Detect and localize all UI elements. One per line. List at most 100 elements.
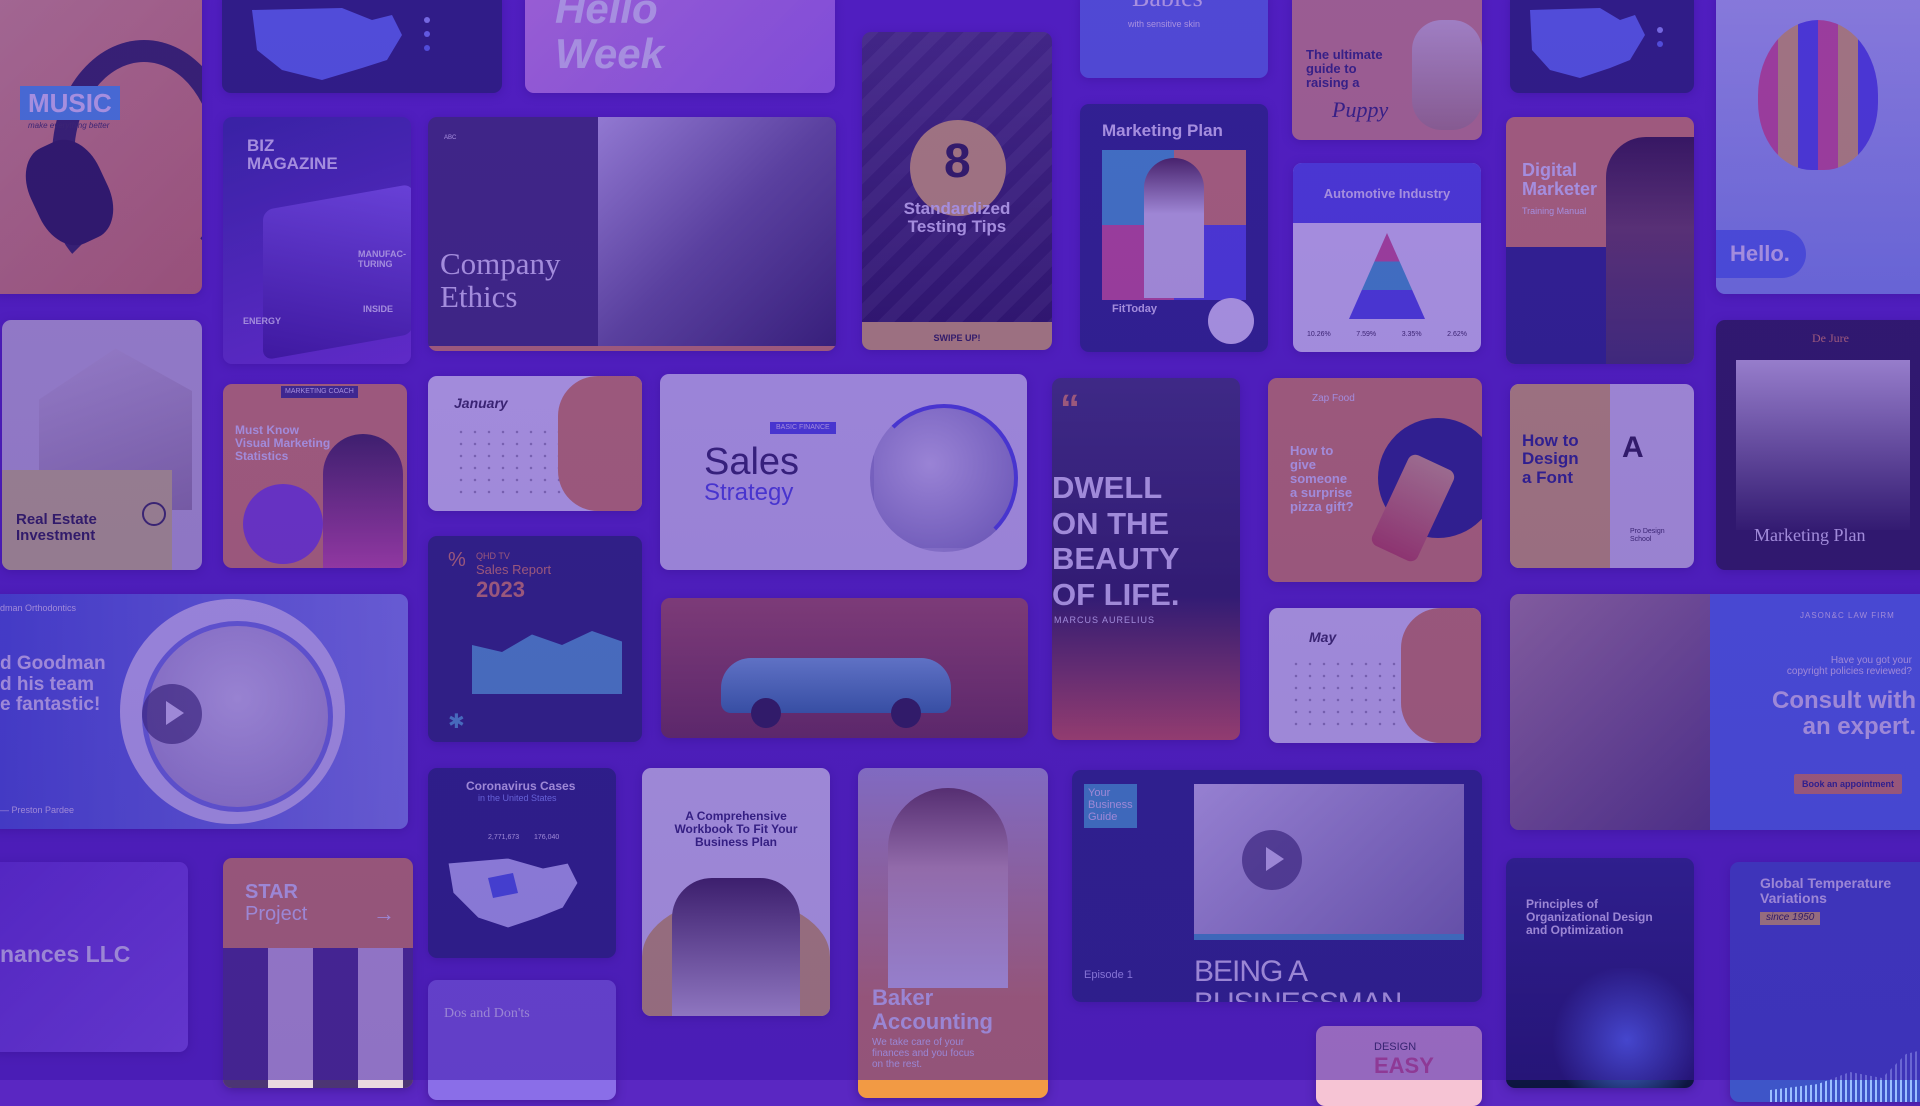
- orthodontics-testimonial-card[interactable]: dman Orthodontics d Goodman d his team e…: [0, 594, 408, 829]
- us-map-card-1[interactable]: [222, 0, 502, 93]
- babies-title: Babies: [1132, 0, 1203, 12]
- dwell-quote: DWELL ON THE BEAUTY OF LIFE.: [1052, 470, 1180, 612]
- laptop-photo: [263, 183, 411, 361]
- baker-accounting-card[interactable]: Baker Accounting We take care of your fi…: [858, 768, 1048, 1098]
- pizza-gift-card[interactable]: Zap Food How to give someone a surprise …: [1268, 378, 1482, 582]
- business-guide-video-card[interactable]: Your Business Guide Episode 1 BEING A BU…: [1072, 770, 1482, 1002]
- finances-llc-card[interactable]: nances LLC: [0, 862, 188, 1052]
- law-marketing-plan-card[interactable]: De Jure Marketing Plan: [1716, 320, 1920, 570]
- design-easy-card[interactable]: DESIGN EASY: [1316, 1026, 1482, 1106]
- area-chart: [472, 631, 622, 694]
- flower-icon: [1208, 298, 1254, 344]
- marketing-plan-title: Marketing Plan: [1102, 121, 1223, 140]
- biz-side-label: MANUFAC- TURING: [358, 249, 406, 269]
- may-title: May: [1309, 629, 1337, 645]
- us-map-icon: [252, 8, 430, 80]
- puppy-guide-card[interactable]: The ultimate guide to raising a Puppy: [1292, 0, 1482, 140]
- biz-energy-label: ENERGY: [243, 316, 282, 326]
- video-play-icon[interactable]: [142, 684, 202, 744]
- business-episode: Episode 1: [1084, 969, 1133, 981]
- woman-photo: [1144, 158, 1204, 298]
- puppy-title: The ultimate guide to raising a: [1306, 47, 1383, 91]
- lawyers-photo: [1736, 360, 1910, 530]
- marketing-plan-card-1[interactable]: Marketing Plan FitToday: [1080, 104, 1268, 352]
- babies-card[interactable]: Babies with sensitive skin: [1080, 0, 1268, 78]
- january-calendar-card[interactable]: January: [428, 376, 642, 511]
- automotive-title: Automotive Industry: [1323, 186, 1451, 201]
- hello-week-card[interactable]: Hello Week: [525, 0, 835, 93]
- organizational-design-card[interactable]: Principles of Organizational Design and …: [1506, 858, 1694, 1088]
- biz-magazine-title: BIZ MAGAZINE: [247, 136, 338, 174]
- may-calendar-card[interactable]: May: [1269, 608, 1481, 743]
- temperature-bars: [1770, 1048, 1920, 1102]
- dos-and-donts-card[interactable]: Dos and Don'ts: [428, 980, 616, 1100]
- law-marketing-title: Marketing Plan: [1754, 525, 1866, 545]
- pyramid-chart: [1349, 233, 1425, 319]
- music-template-card[interactable]: MUSIC make everything better: [0, 0, 202, 294]
- auto-value-3: 3.35%: [1401, 331, 1422, 338]
- digital-title: Digital Marketer: [1522, 160, 1598, 200]
- visual-marketing-tag: MARKETING COACH: [281, 386, 358, 398]
- testing-title: Standardized Testing Tips: [903, 199, 1011, 237]
- temperature-since: since 1950: [1760, 912, 1821, 925]
- baker-title: Baker Accounting: [872, 985, 993, 1034]
- consult-expert-card[interactable]: JASON&C LAW FIRM Have you got your copyr…: [1510, 594, 1920, 830]
- coronavirus-cases-card[interactable]: Coronavirus Cases in the United States 2…: [428, 768, 616, 958]
- ortho-brand: dman Orthodontics: [0, 603, 77, 613]
- video-play-icon[interactable]: [1242, 830, 1302, 890]
- quote-icon: “: [1060, 387, 1080, 431]
- auto-value-1: 10.26%: [1307, 331, 1331, 338]
- book-appointment-button[interactable]: Book an appointment: [1794, 774, 1902, 794]
- business-tag: Your Business Guide: [1084, 784, 1137, 828]
- automotive-industry-card[interactable]: Automotive Industry 10.26% 7.59% 3.35% 2…: [1293, 163, 1481, 352]
- workbook-card[interactable]: A Comprehensive Workbook To Fit Your Bus…: [642, 768, 830, 1016]
- design-font-card[interactable]: How to Design a Font A Pro Design School: [1510, 384, 1694, 568]
- font-letter-icon: A: [1622, 431, 1644, 464]
- may-decor-shape: [1401, 608, 1481, 743]
- workbook-title: A Comprehensive Workbook To Fit Your Bus…: [674, 809, 798, 849]
- us-map-icon: [1530, 8, 1663, 78]
- pizza-title: How to give someone a surprise pizza gif…: [1290, 443, 1354, 515]
- font-school: Pro Design School: [1630, 528, 1665, 543]
- arrow-right-icon[interactable]: →: [373, 902, 395, 926]
- marketing-brand: FitToday: [1112, 303, 1158, 315]
- auto-value-2: 7.59%: [1356, 331, 1377, 338]
- digital-subtitle: Training Manual: [1522, 206, 1587, 216]
- biz-magazine-card[interactable]: BIZ MAGAZINE MANUFAC- TURING INSIDE ENER…: [223, 117, 411, 364]
- finances-llc-title: nances LLC: [0, 941, 131, 967]
- car-wheel-back: [891, 698, 921, 728]
- temperature-chart-card[interactable]: Global Temperature Variations since 1950: [1730, 862, 1920, 1102]
- january-decor-shape: [558, 376, 642, 511]
- sales-title: Sales: [704, 441, 800, 483]
- testing-number: 8: [944, 135, 971, 188]
- swipe-up-cta[interactable]: SWIPE UP!: [862, 334, 1052, 344]
- real-estate-title: Real Estate Investment: [16, 511, 97, 545]
- real-estate-card[interactable]: Real Estate Investment: [2, 320, 202, 570]
- asterisk-icon: ✱: [448, 711, 465, 733]
- consult-question: Have you got your copyright policies rev…: [1786, 655, 1912, 677]
- car-wheel-front: [751, 698, 781, 728]
- testing-tips-card[interactable]: 8 Standardized Testing Tips SWIPE UP!: [862, 32, 1052, 350]
- consult-title: Consult with an expert.: [1772, 687, 1916, 740]
- sales-report-card[interactable]: QHD TV Sales Report 2023 % ✱: [428, 536, 642, 742]
- digital-marketer-card[interactable]: Digital Marketer Training Manual: [1506, 117, 1694, 364]
- woman-portrait: [888, 788, 1008, 988]
- hot-air-balloon-icon: [1758, 20, 1878, 170]
- visual-marketing-card[interactable]: MARKETING COACH Must Know Visual Marketi…: [223, 384, 407, 568]
- sales-strategy-card[interactable]: BASIC FINANCE Sales Strategy: [660, 374, 1027, 570]
- temperature-title: Global Temperature Variations: [1760, 875, 1892, 907]
- music-title: MUSIC: [20, 86, 120, 121]
- dwell-quote-card[interactable]: “ DWELL ON THE BEAUTY OF LIFE. MARCUS AU…: [1052, 378, 1240, 740]
- us-map-card-2[interactable]: [1510, 0, 1694, 93]
- star-subtitle: Project: [245, 903, 308, 925]
- babies-subtitle: with sensitive skin: [1128, 19, 1201, 29]
- star-project-card[interactable]: STAR Project →: [223, 858, 413, 1088]
- vintage-car-card[interactable]: [661, 598, 1028, 738]
- balloon-hello-card[interactable]: Hello.: [1716, 0, 1920, 294]
- hello-week-title: Hello Week: [555, 0, 664, 78]
- calendar-grid: [454, 426, 564, 496]
- company-ethics-card[interactable]: ABC Company Ethics: [428, 117, 836, 351]
- building-photo: [598, 117, 836, 351]
- font-title: How to Design a Font: [1522, 431, 1579, 487]
- office-people-photo: [1510, 594, 1710, 830]
